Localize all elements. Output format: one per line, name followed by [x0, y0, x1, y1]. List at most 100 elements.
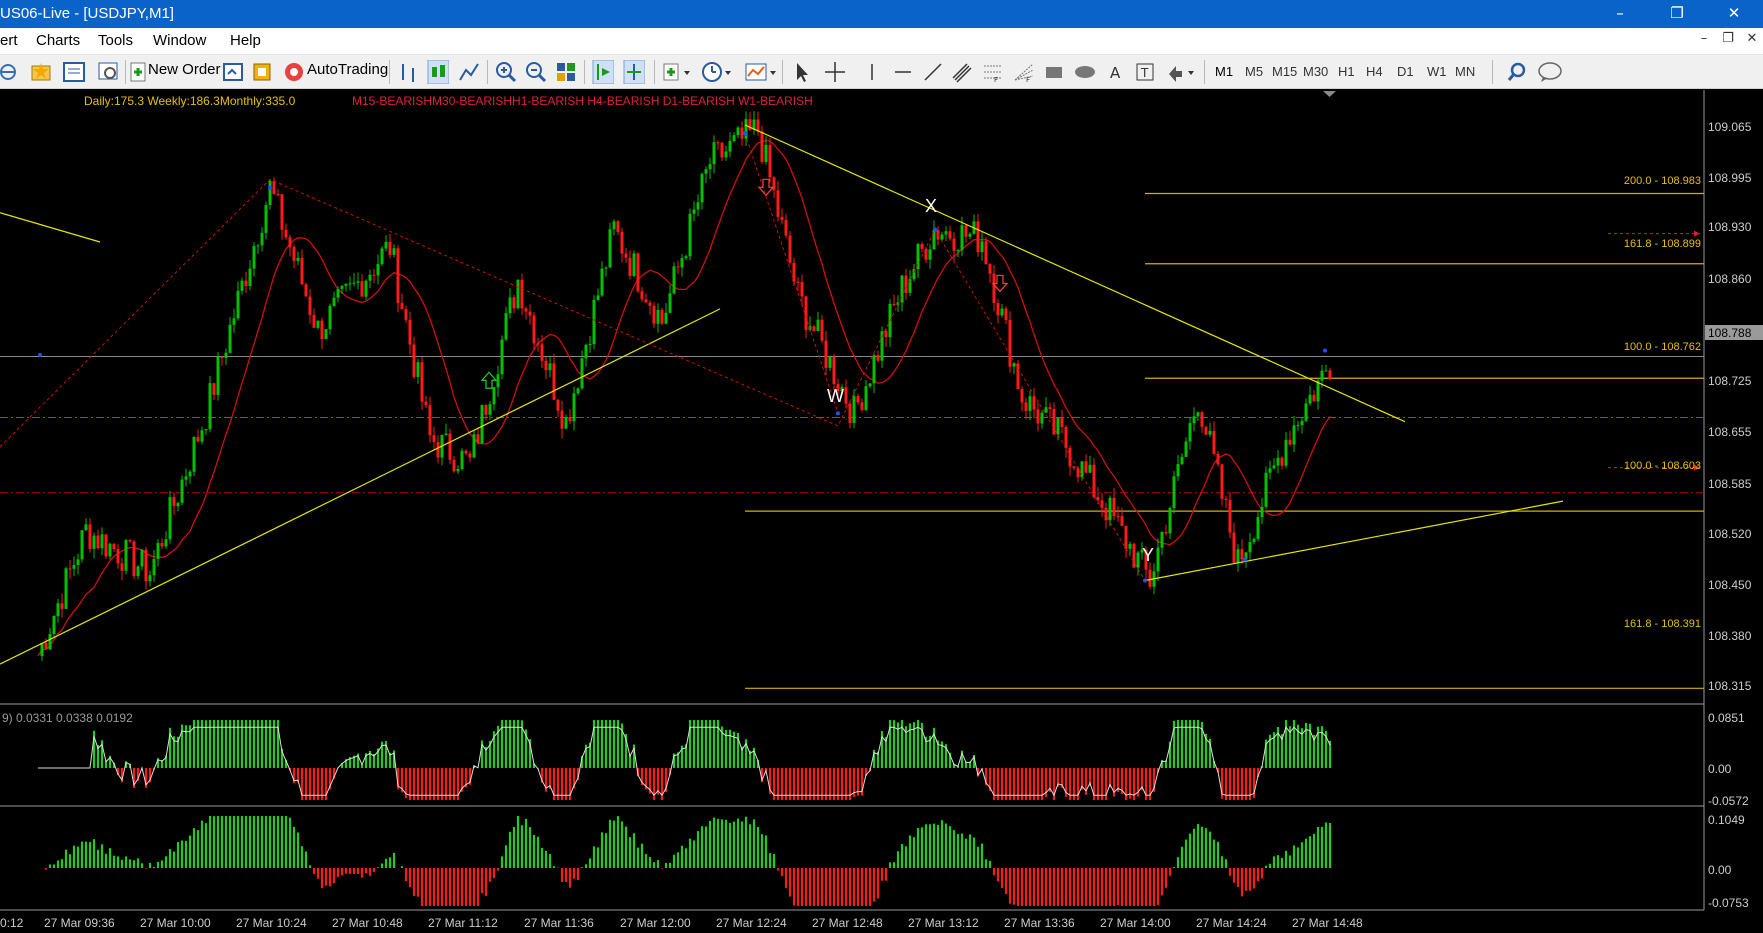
indicators-icon[interactable]: [662, 60, 694, 84]
vertical-line-icon[interactable]: [862, 60, 882, 84]
candle-body: [212, 383, 216, 395]
periods-icon[interactable]: [701, 60, 733, 84]
horizontal-line-icon[interactable]: [893, 60, 913, 84]
zoom-out-icon[interactable]: [525, 60, 547, 84]
candle-body: [1064, 427, 1068, 448]
data-window-icon[interactable]: [62, 60, 86, 84]
candle-body: [220, 356, 224, 359]
mdi-close-button[interactable]: ✕: [1742, 31, 1762, 46]
text-label-icon[interactable]: T: [1134, 60, 1156, 84]
price-chart[interactable]: Daily:175.3 Weekly:186.3Monthly:335.0 M1…: [0, 90, 1763, 933]
candle-body: [572, 393, 576, 422]
candlestick-chart-icon[interactable]: [427, 60, 449, 84]
menu-help[interactable]: Help: [230, 32, 261, 49]
cursor-icon[interactable]: [792, 60, 812, 84]
new-order-icon[interactable]: [129, 60, 149, 84]
chart-shift-icon[interactable]: [623, 60, 645, 84]
candle-body: [708, 164, 712, 170]
timeframe-h4[interactable]: H4: [1366, 64, 1383, 79]
new-order-button[interactable]: New Order: [148, 61, 221, 78]
fibo-retracement-icon[interactable]: F: [982, 60, 1004, 84]
candle-body: [80, 530, 84, 560]
candle-body: [196, 437, 200, 442]
candle-body: [476, 434, 480, 444]
timeframe-w1[interactable]: W1: [1427, 64, 1447, 79]
timeframe-mn[interactable]: MN: [1455, 64, 1475, 79]
equidistant-channel-icon[interactable]: [951, 60, 973, 84]
candle-body: [428, 405, 432, 436]
timeframe-m1[interactable]: M1: [1215, 64, 1233, 79]
ellipse-icon[interactable]: [1073, 60, 1097, 84]
candle-body: [852, 396, 856, 423]
timeframe-h1[interactable]: H1: [1338, 64, 1355, 79]
menu-expert[interactable]: ert: [0, 32, 18, 49]
candle-body: [700, 173, 704, 203]
candle-body: [132, 541, 136, 576]
navigator-icon[interactable]: [97, 60, 121, 84]
fibo-fan-icon[interactable]: F: [1013, 60, 1035, 84]
candle-body: [948, 231, 952, 239]
timeframe-m5[interactable]: M5: [1245, 64, 1263, 79]
candle-body: [1280, 457, 1284, 466]
zoom-in-icon[interactable]: [495, 60, 517, 84]
swing-point-marker: [933, 227, 937, 232]
favorites-icon[interactable]: [30, 60, 54, 84]
osc2-tick: 0.00: [1708, 863, 1732, 877]
menu-tools[interactable]: Tools: [98, 32, 133, 49]
line-chart-icon[interactable]: [458, 60, 480, 84]
candle-body: [160, 542, 164, 547]
bar-chart-icon[interactable]: [398, 60, 420, 84]
candle-body: [756, 119, 760, 132]
timeframe-d1[interactable]: D1: [1397, 64, 1414, 79]
swing-point-marker: [1143, 578, 1147, 583]
candle-body: [1020, 389, 1024, 403]
arrows-icon[interactable]: [1166, 60, 1198, 84]
tile-windows-icon[interactable]: [555, 60, 577, 84]
candle-body: [776, 190, 780, 217]
auto-scroll-icon[interactable]: [592, 60, 614, 84]
candle-body: [1292, 425, 1296, 445]
candle-body: [1008, 319, 1012, 367]
candle-body: [448, 433, 452, 460]
timeframe-m15[interactable]: M15: [1272, 64, 1297, 79]
restore-button[interactable]: ❐: [1654, 0, 1700, 28]
candle-body: [676, 266, 680, 268]
candle-body: [564, 417, 568, 429]
candle-body: [928, 249, 932, 260]
trendline-icon[interactable]: [922, 60, 944, 84]
chat-icon[interactable]: [1537, 60, 1563, 84]
market-watch-icon[interactable]: [222, 60, 244, 84]
candle-body: [992, 273, 996, 304]
candle-body: [176, 502, 180, 507]
time-tick: 0:12: [0, 916, 24, 930]
mdi-minimize-button[interactable]: –: [1694, 31, 1714, 46]
rectangle-icon[interactable]: [1043, 60, 1065, 84]
candle-body: [1076, 468, 1080, 478]
candle-body: [812, 326, 816, 332]
chart-window[interactable]: Daily:175.3 Weekly:186.3Monthly:335.0 M1…: [0, 90, 1763, 933]
candle-body: [724, 151, 728, 158]
candle-body: [304, 284, 308, 297]
time-tick: 27 Mar 13:12: [908, 916, 979, 930]
candle-body: [316, 320, 320, 328]
menu-charts[interactable]: Charts: [36, 32, 80, 49]
crosshair-move-icon[interactable]: [0, 60, 20, 84]
autotrading-button[interactable]: AutoTrading: [307, 61, 388, 78]
crosshair-icon[interactable]: [824, 60, 846, 84]
candle-body: [1096, 496, 1100, 501]
search-icon[interactable]: [1506, 60, 1528, 84]
text-icon[interactable]: A: [1106, 60, 1126, 84]
autotrading-icon[interactable]: [283, 60, 305, 84]
swing-point-marker: [38, 352, 42, 357]
candle-body: [516, 279, 520, 309]
timeframe-m30[interactable]: M30: [1303, 64, 1328, 79]
close-button[interactable]: ✕: [1711, 0, 1757, 28]
templates-icon[interactable]: [744, 60, 778, 84]
strategy-tester-icon[interactable]: [251, 60, 273, 84]
minimize-button[interactable]: –: [1597, 0, 1643, 28]
candle-body: [1160, 532, 1164, 548]
candle-body: [272, 180, 276, 194]
candle-body: [332, 297, 336, 306]
menu-window[interactable]: Window: [153, 32, 206, 49]
mdi-restore-button[interactable]: ❐: [1718, 31, 1738, 46]
